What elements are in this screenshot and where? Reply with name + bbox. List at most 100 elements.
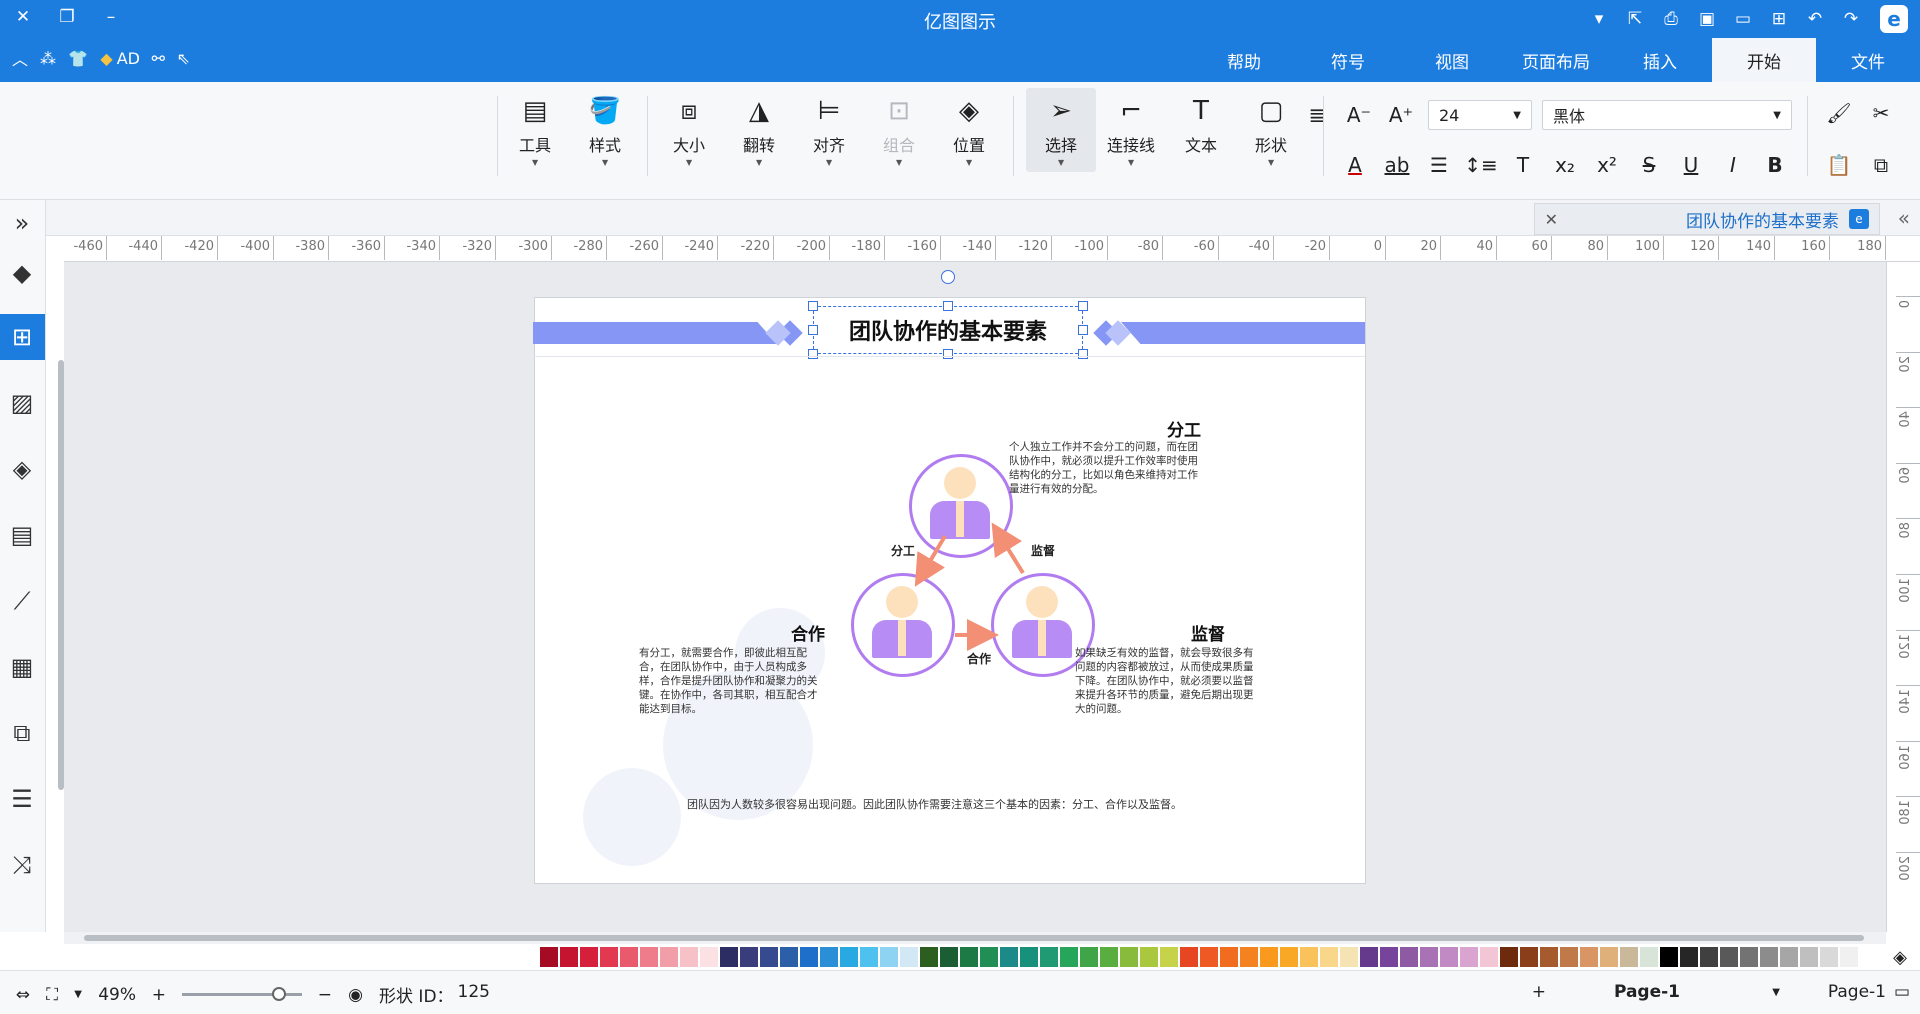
- decrease-font-icon[interactable]: A⁻: [1342, 98, 1376, 132]
- underline-icon[interactable]: U: [1674, 148, 1708, 182]
- color-swatch[interactable]: [1020, 947, 1038, 967]
- highlight-icon[interactable]: ab: [1380, 148, 1414, 182]
- text-button[interactable]: T 文本: [1166, 88, 1236, 172]
- superscript-icon[interactable]: x²: [1590, 148, 1624, 182]
- shape-button[interactable]: ▢ 形状 ▼: [1236, 88, 1306, 172]
- color-swatch[interactable]: [1700, 947, 1718, 967]
- drawing-canvas[interactable]: 团队协作的基本要素 分工 监督 合作 分工 个人独立工作并不会分工的问题，而在团…: [64, 262, 1886, 932]
- color-swatch[interactable]: [1240, 947, 1258, 967]
- puzzle-icon[interactable]: ⧉: [0, 710, 45, 756]
- shuffle-icon[interactable]: ⤨: [0, 842, 45, 888]
- text-case-icon[interactable]: T: [1506, 148, 1540, 182]
- tab-help[interactable]: 帮助: [1192, 38, 1296, 82]
- color-swatch[interactable]: [980, 947, 998, 967]
- color-swatch[interactable]: [1280, 947, 1298, 967]
- page-view-icon[interactable]: ▭: [1894, 982, 1910, 1002]
- color-swatch[interactable]: [880, 947, 898, 967]
- color-swatch[interactable]: [1440, 947, 1458, 967]
- close-tab-icon[interactable]: ✕: [1545, 210, 1558, 229]
- outline-icon[interactable]: ☰: [0, 776, 45, 822]
- position-button[interactable]: ◈ 位置 ▼: [934, 88, 1004, 172]
- format-painter-icon[interactable]: 🖌: [1822, 96, 1856, 130]
- layers-icon[interactable]: ◈: [0, 446, 45, 492]
- diagram-page[interactable]: 团队协作的基本要素 分工 监督 合作 分工 个人独立工作并不会分工的问题，而在团…: [533, 270, 1366, 884]
- chevron-down-icon[interactable]: ▼: [1772, 987, 1780, 998]
- bold-icon[interactable]: B: [1758, 148, 1792, 182]
- color-swatch[interactable]: [1540, 947, 1558, 967]
- zoom-in-icon[interactable]: +: [152, 985, 166, 1005]
- color-swatch[interactable]: [1860, 947, 1878, 967]
- color-swatch[interactable]: [1780, 947, 1798, 967]
- color-swatch[interactable]: [1800, 947, 1818, 967]
- color-swatch[interactable]: [1640, 947, 1658, 967]
- fit-width-icon[interactable]: ⇔: [16, 985, 30, 1005]
- style-button[interactable]: 🪣 样式 ▼: [570, 88, 640, 172]
- color-swatch[interactable]: [1520, 947, 1538, 967]
- shirt-icon[interactable]: 👕: [68, 49, 88, 68]
- tools-button[interactable]: ▤ 工具 ▼: [500, 88, 570, 172]
- font-color-icon[interactable]: A: [1338, 148, 1372, 182]
- group-button[interactable]: ⊡ 组合 ▼: [864, 88, 934, 172]
- color-swatch[interactable]: [1420, 947, 1438, 967]
- fill-color-icon[interactable]: ◈: [1880, 947, 1920, 968]
- color-swatch[interactable]: [960, 947, 978, 967]
- bullets-icon[interactable]: ☰: [1422, 148, 1456, 182]
- tab-view[interactable]: 视图: [1400, 38, 1504, 82]
- color-swatch[interactable]: [620, 947, 638, 967]
- tab-home[interactable]: 开始: [1712, 38, 1816, 82]
- color-swatch[interactable]: [1060, 947, 1078, 967]
- color-swatch[interactable]: [860, 947, 878, 967]
- image-icon[interactable]: ▨: [0, 380, 45, 426]
- ad-label[interactable]: AD: [116, 49, 139, 68]
- color-swatch[interactable]: [1320, 947, 1338, 967]
- cut-icon[interactable]: ✂: [1864, 96, 1898, 130]
- color-swatch[interactable]: [1560, 947, 1578, 967]
- align-button[interactable]: ⊨ 对齐 ▼: [794, 88, 864, 172]
- color-swatch[interactable]: [680, 947, 698, 967]
- select-button[interactable]: ➢ 选择 ▼: [1026, 88, 1096, 172]
- zoom-slider[interactable]: [181, 987, 302, 1001]
- color-swatch[interactable]: [1680, 947, 1698, 967]
- color-swatch[interactable]: [1840, 947, 1858, 967]
- paragraph-spacing-icon[interactable]: ↕≡: [1464, 148, 1498, 182]
- color-swatch[interactable]: [1740, 947, 1758, 967]
- color-swatch[interactable]: [660, 947, 678, 967]
- vertical-scrollbar[interactable]: [58, 360, 64, 790]
- strikethrough-icon[interactable]: S: [1632, 148, 1666, 182]
- color-swatch[interactable]: [1380, 947, 1398, 967]
- color-swatch[interactable]: [940, 947, 958, 967]
- restore-icon[interactable]: ❐: [54, 4, 80, 30]
- color-swatch[interactable]: [720, 947, 738, 967]
- color-swatch[interactable]: [760, 947, 778, 967]
- color-swatch[interactable]: [1040, 947, 1058, 967]
- fit-page-icon[interactable]: ⛶: [46, 985, 58, 1005]
- add-page-icon[interactable]: +: [1532, 982, 1546, 1002]
- tab-symbols[interactable]: 符号: [1296, 38, 1400, 82]
- font-family-select[interactable]: 黑体 ▼: [1542, 100, 1792, 130]
- color-swatch[interactable]: [1000, 947, 1018, 967]
- color-swatch[interactable]: [900, 947, 918, 967]
- color-swatch[interactable]: [1600, 947, 1618, 967]
- color-swatch[interactable]: [1080, 947, 1098, 967]
- italic-icon[interactable]: I: [1716, 148, 1750, 182]
- horizontal-scrollbar[interactable]: [64, 932, 1886, 944]
- collapse-ribbon-icon[interactable]: ︿: [12, 46, 28, 70]
- fill-bucket-icon[interactable]: ◆: [0, 250, 45, 296]
- color-swatch[interactable]: [1200, 947, 1218, 967]
- minimize-icon[interactable]: –: [98, 4, 124, 30]
- color-swatch[interactable]: [1580, 947, 1598, 967]
- color-swatch[interactable]: [1100, 947, 1118, 967]
- tab-file[interactable]: 文件: [1816, 38, 1920, 82]
- color-swatch[interactable]: [800, 947, 818, 967]
- color-swatch[interactable]: [1760, 947, 1778, 967]
- color-swatch[interactable]: [1140, 947, 1158, 967]
- cursor-icon[interactable]: ⇖: [177, 49, 190, 68]
- color-swatch[interactable]: [820, 947, 838, 967]
- table-icon[interactable]: ▦: [0, 644, 45, 690]
- copy-icon[interactable]: ⧉: [1864, 148, 1898, 182]
- page-tab[interactable]: Page-1: [1614, 982, 1680, 1002]
- color-swatch[interactable]: [1260, 947, 1278, 967]
- tab-insert[interactable]: 插入: [1608, 38, 1712, 82]
- color-swatch[interactable]: [1360, 947, 1378, 967]
- play-icon[interactable]: ◉: [348, 985, 363, 1005]
